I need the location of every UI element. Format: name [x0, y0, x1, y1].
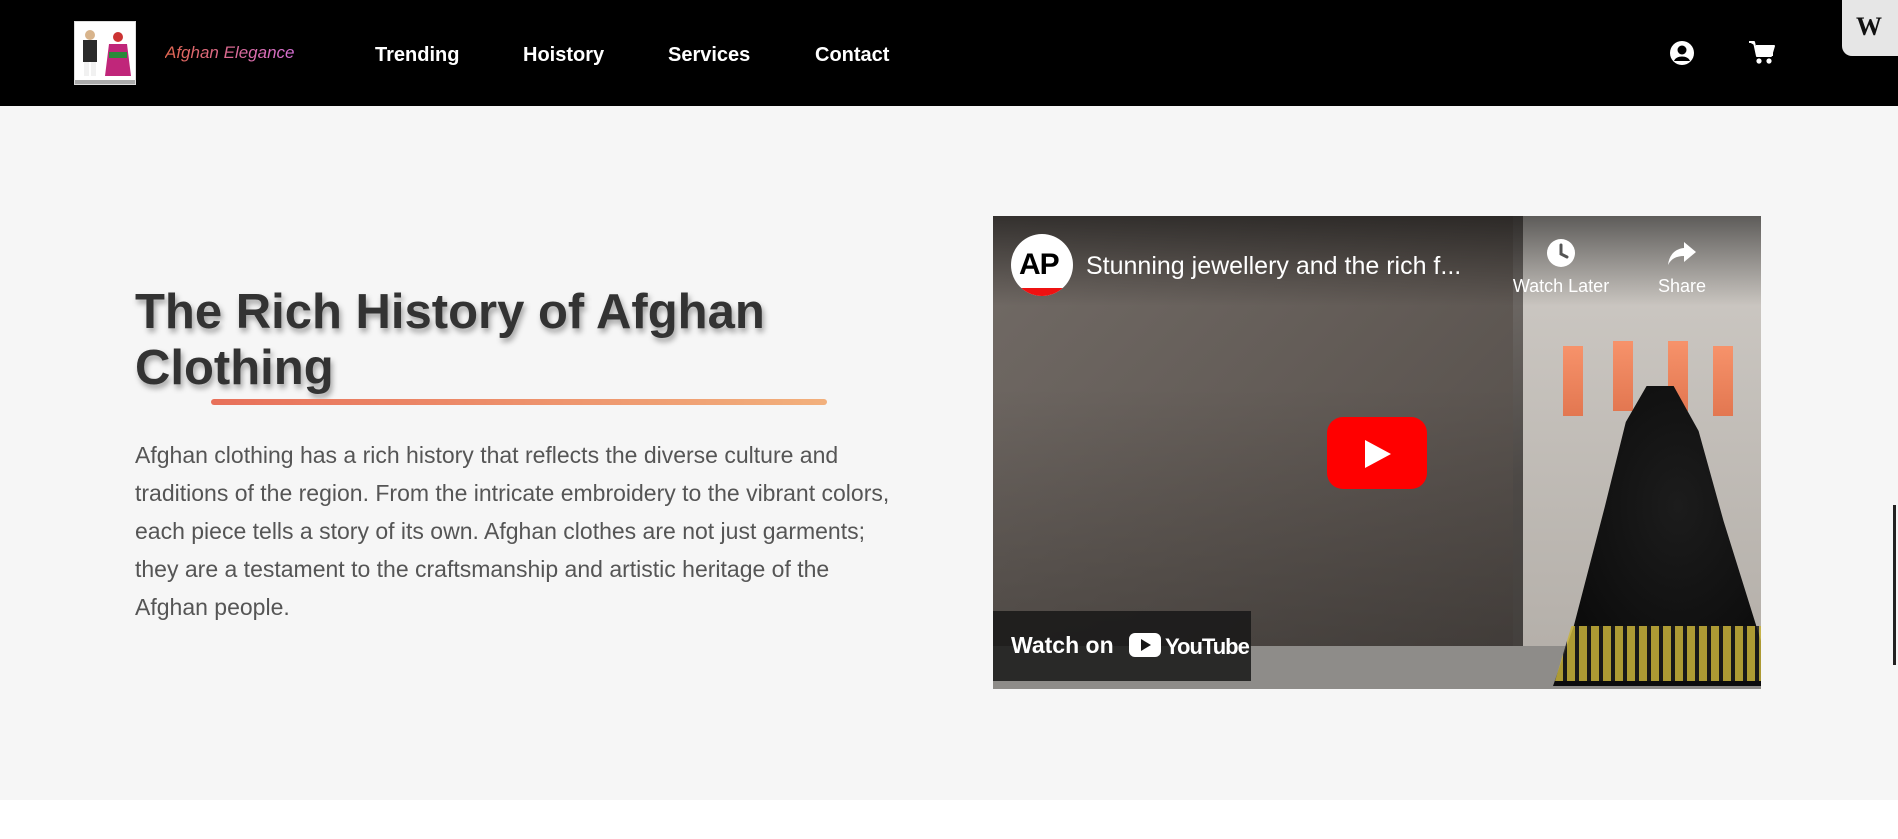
nav-link-history[interactable]: Hoistory [523, 44, 604, 67]
watch-on-label: Watch on [1011, 632, 1114, 658]
youtube-video-embed[interactable]: AP Stunning jewellery and the rich f... … [993, 216, 1761, 689]
video-thumbnail-light [1713, 346, 1733, 416]
badge-letter: W [1856, 12, 1882, 41]
scrollbar-indicator[interactable] [1893, 505, 1896, 665]
video-title[interactable]: Stunning jewellery and the rich f... [1086, 252, 1461, 281]
play-button[interactable] [1327, 417, 1427, 489]
share-button[interactable]: Share [1627, 236, 1737, 297]
page-title: The Rich History of Afghan Clothing [135, 285, 765, 395]
play-icon [1365, 440, 1391, 468]
logo-illustration [75, 30, 135, 84]
nav-link-contact[interactable]: Contact [815, 44, 889, 67]
video-thumbnail-light [1613, 341, 1633, 411]
watch-on-youtube-button[interactable]: Watch on YouTube [993, 611, 1251, 681]
shopping-cart-icon[interactable] [1748, 40, 1775, 66]
channel-avatar-text: AP [1019, 248, 1060, 281]
clock-icon [1547, 239, 1575, 267]
brand-logo[interactable] [74, 21, 136, 85]
title-underline [211, 399, 827, 405]
watch-later-label: Watch Later [1512, 276, 1610, 296]
video-thumbnail-embroidery [1555, 626, 1761, 681]
nav-link-trending[interactable]: Trending [375, 44, 459, 67]
share-icon [1668, 242, 1696, 265]
hero-description: Afghan clothing has a rich history that … [135, 442, 890, 620]
channel-avatar[interactable]: AP [1011, 234, 1073, 296]
brand-name[interactable]: Afghan Elegance [165, 43, 295, 63]
nav-link-services[interactable]: Services [668, 44, 750, 67]
site-builder-badge[interactable]: W [1842, 0, 1898, 56]
youtube-wordmark: YouTube [1165, 634, 1250, 659]
history-hero-section: The Rich History of Afghan Clothing Afgh… [0, 106, 1898, 800]
watch-later-button[interactable]: Watch Later [1506, 236, 1616, 297]
youtube-icon: YouTube [1129, 633, 1250, 659]
share-label: Share [1657, 276, 1707, 296]
top-navbar: Afghan Elegance Trending Hoistory Servic… [0, 0, 1898, 106]
video-thumbnail-light [1563, 346, 1583, 416]
user-account-icon[interactable] [1669, 40, 1695, 66]
